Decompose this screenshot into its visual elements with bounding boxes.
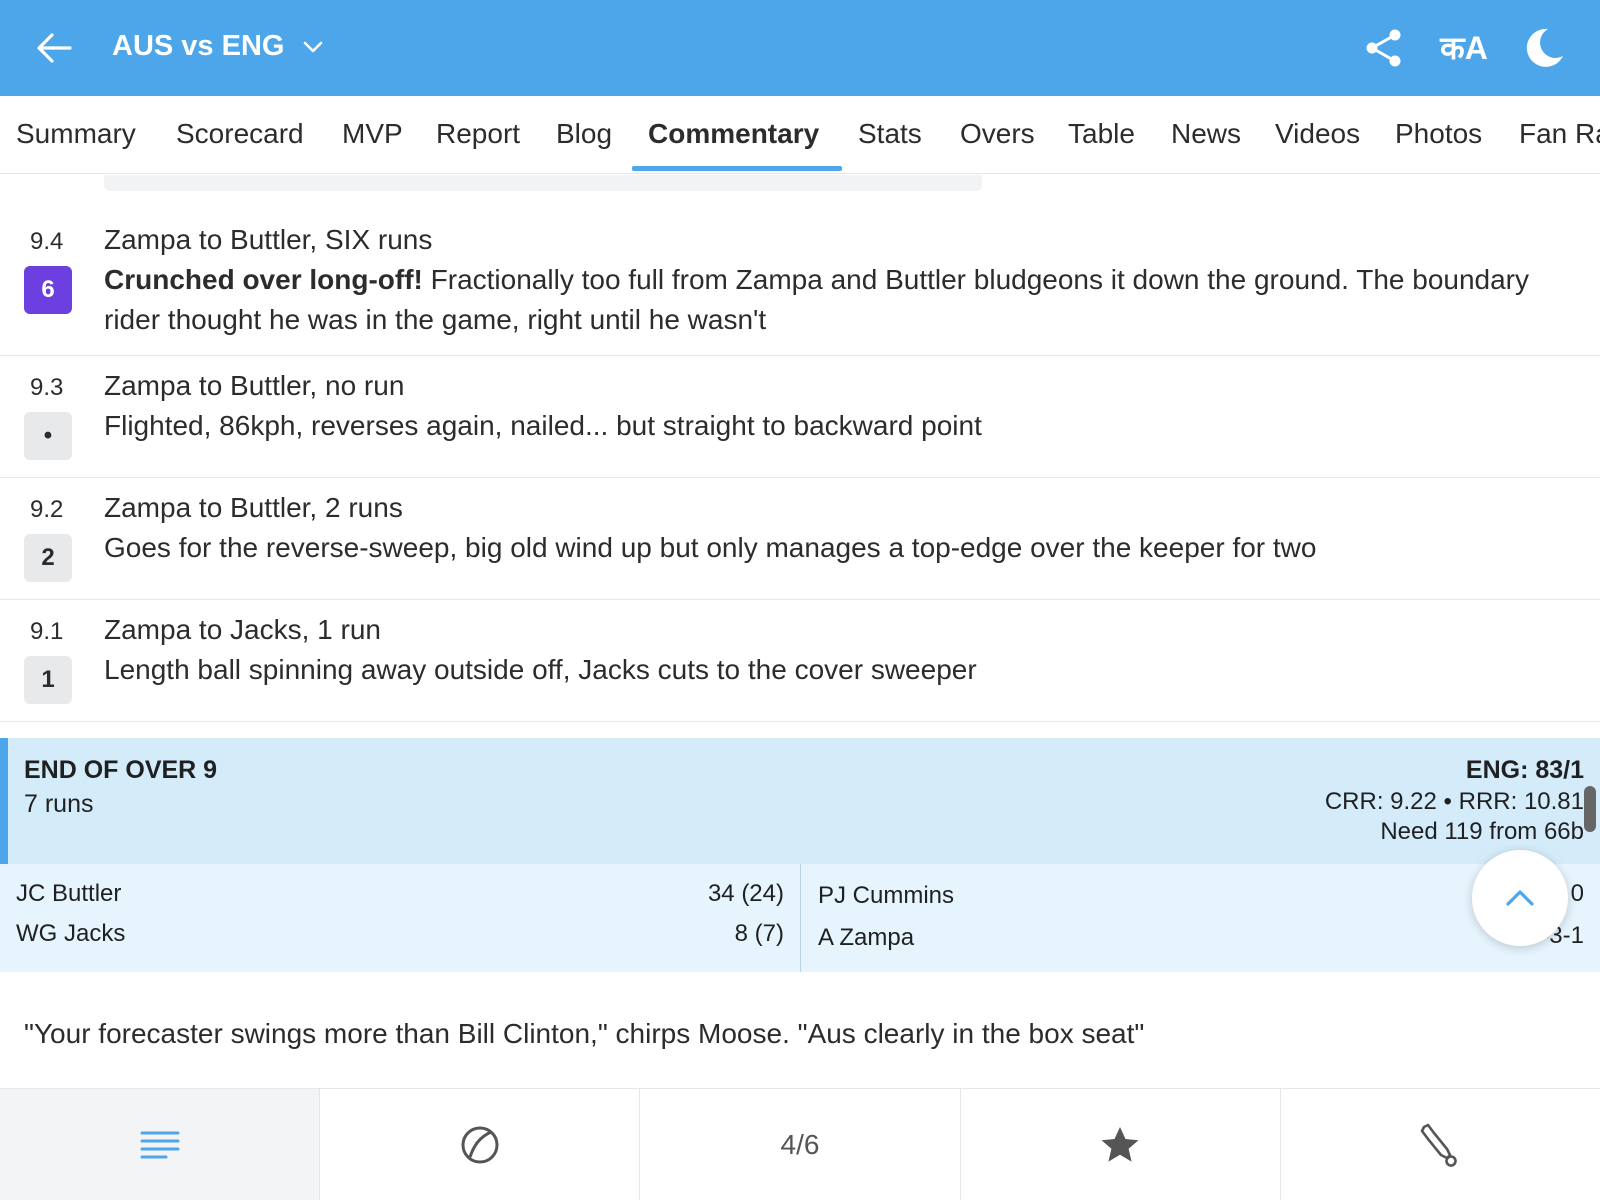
commentary-item: 9.3 • Zampa to Buttler, no run Flighted,… xyxy=(0,356,1600,478)
batter-score: 34 (24) xyxy=(707,880,784,907)
run-rates: CRR: 9.22 • RRR: 10.81 xyxy=(1324,788,1584,815)
tab-table[interactable]: Table xyxy=(1068,118,1135,150)
runs-badge: 2 xyxy=(24,534,72,582)
star-icon xyxy=(1101,1126,1139,1162)
all-commentary-button[interactable] xyxy=(0,1089,320,1200)
ball-headline: Zampa to Buttler, no run xyxy=(104,370,405,401)
scrollbar-thumb[interactable] xyxy=(1584,786,1596,832)
commentary-item: 9.4 6 Zampa to Buttler, SIX runs Crunche… xyxy=(0,210,1600,356)
ball-headline: Zampa to Buttler, SIX runs xyxy=(104,224,433,255)
team-score: ENG: 83/1 xyxy=(1465,756,1584,784)
tab-fan-ratings[interactable]: Fan Ra xyxy=(1519,118,1600,150)
wickets-filter-button[interactable] xyxy=(319,1089,639,1200)
commentary-item: 9.2 2 Zampa to Buttler, 2 runs Goes for … xyxy=(0,478,1600,600)
cricket-ball-icon xyxy=(461,1126,499,1163)
bowler-name: A Zampa xyxy=(818,924,915,951)
previous-item-clipped xyxy=(104,175,982,191)
ball-description: Flighted, 86kph, reverses again, nailed.… xyxy=(104,410,982,441)
tab-blog[interactable]: Blog xyxy=(556,118,612,150)
panel-divider xyxy=(800,864,801,972)
tab-stats[interactable]: Stats xyxy=(858,118,922,150)
batters-bowlers-panel: JC Buttler 34 (24) WG Jacks 8 (7) PJ Cum… xyxy=(0,864,1600,972)
innings-counter[interactable]: 4/6 xyxy=(639,1089,959,1200)
end-of-over-summary: END OF OVER 9 7 runs ENG: 83/1 CRR: 9.22… xyxy=(0,738,1600,864)
over-number: 9.3 xyxy=(30,374,64,401)
bottom-navigation: 4/6 xyxy=(0,1088,1600,1200)
list-lines-icon xyxy=(140,1131,180,1158)
ball-headline: Zampa to Buttler, 2 runs xyxy=(104,492,403,523)
tab-photos[interactable]: Photos xyxy=(1395,118,1482,150)
match-title: AUS vs ENG xyxy=(112,30,285,62)
highlights-filter-button[interactable] xyxy=(959,1089,1280,1200)
dark-mode-moon-icon[interactable] xyxy=(1522,26,1566,70)
batter-name: WG Jacks xyxy=(16,920,126,947)
chevron-up-icon xyxy=(1506,890,1534,906)
top-app-bar: AUS vs ENG कA xyxy=(0,0,1600,96)
share-icon[interactable] xyxy=(1362,26,1406,70)
tab-overs[interactable]: Overs xyxy=(960,118,1035,150)
batter-name: JC Buttler xyxy=(16,880,122,907)
chevron-down-icon xyxy=(304,41,323,52)
over-number: 9.4 xyxy=(30,228,64,255)
bowler-name: PJ Cummins xyxy=(818,882,955,909)
cricket-bat-icon xyxy=(1421,1123,1458,1167)
over-runs: 7 runs xyxy=(24,790,94,818)
bowler-figures: 0 xyxy=(1570,880,1584,907)
batter-score: 8 (7) xyxy=(734,920,784,947)
end-of-over-title: END OF OVER 9 xyxy=(24,756,218,784)
tab-report[interactable]: Report xyxy=(436,118,520,150)
runs-badge: 1 xyxy=(24,656,72,704)
over-number: 9.1 xyxy=(30,618,64,645)
boundaries-filter-button[interactable] xyxy=(1279,1089,1600,1200)
ball-description-highlight: Crunched over long-off! xyxy=(104,264,423,295)
back-arrow-icon[interactable] xyxy=(34,28,74,68)
tab-scorecard[interactable]: Scorecard xyxy=(176,118,304,150)
target-requirement: Need 119 from 66b xyxy=(1380,818,1584,845)
innings-counter-text: 4/6 xyxy=(780,1128,820,1160)
tab-news[interactable]: News xyxy=(1171,118,1241,150)
commentary-quote: "Your forecaster swings more than Bill C… xyxy=(24,1018,1145,1049)
over-number: 9.2 xyxy=(30,496,64,523)
ball-description: Length ball spinning away outside off, J… xyxy=(104,654,977,685)
runs-badge: 6 xyxy=(24,266,72,314)
section-tabs: Summary Scorecard MVP Report Blog Commen… xyxy=(0,96,1600,174)
tab-summary[interactable]: Summary xyxy=(16,118,136,150)
tab-mvp[interactable]: MVP xyxy=(342,118,403,150)
active-tab-indicator xyxy=(632,166,842,171)
tab-videos[interactable]: Videos xyxy=(1275,118,1360,150)
commentary-item: 9.1 1 Zampa to Jacks, 1 run Length ball … xyxy=(0,600,1600,722)
scroll-to-top-button[interactable] xyxy=(1472,850,1568,946)
runs-badge: • xyxy=(24,412,72,460)
ball-headline: Zampa to Jacks, 1 run xyxy=(104,614,382,645)
ball-description: Goes for the reverse-sweep, big old wind… xyxy=(104,532,1317,563)
tab-commentary[interactable]: Commentary xyxy=(648,118,819,150)
language-toggle-icon[interactable]: कA xyxy=(1436,26,1492,70)
match-selector[interactable]: AUS vs ENG xyxy=(112,30,324,63)
ball-description: Crunched over long-off! Fractionally too… xyxy=(104,260,1544,340)
